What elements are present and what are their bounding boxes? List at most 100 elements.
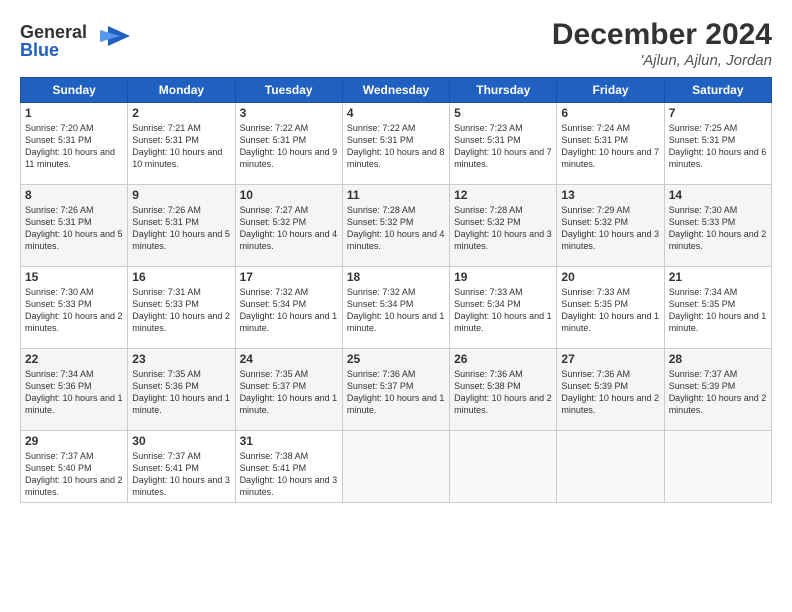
- day-info: Sunrise: 7:29 AMSunset: 5:32 PMDaylight:…: [561, 204, 659, 253]
- day-info: Sunrise: 7:22 AMSunset: 5:31 PMDaylight:…: [347, 122, 445, 171]
- day-info: Sunrise: 7:37 AMSunset: 5:39 PMDaylight:…: [669, 368, 767, 417]
- day-number: 24: [240, 352, 338, 366]
- day-info: Sunrise: 7:23 AMSunset: 5:31 PMDaylight:…: [454, 122, 552, 171]
- day-number: 16: [132, 270, 230, 284]
- table-row: 20 Sunrise: 7:33 AMSunset: 5:35 PMDaylig…: [557, 267, 664, 349]
- table-row: [450, 431, 557, 503]
- calendar-week-1: 1 Sunrise: 7:20 AMSunset: 5:31 PMDayligh…: [21, 103, 772, 185]
- day-info: Sunrise: 7:25 AMSunset: 5:31 PMDaylight:…: [669, 122, 767, 171]
- day-number: 21: [669, 270, 767, 284]
- day-info: Sunrise: 7:37 AMSunset: 5:41 PMDaylight:…: [132, 450, 230, 499]
- day-number: 12: [454, 188, 552, 202]
- day-info: Sunrise: 7:27 AMSunset: 5:32 PMDaylight:…: [240, 204, 338, 253]
- day-info: Sunrise: 7:32 AMSunset: 5:34 PMDaylight:…: [240, 286, 338, 335]
- day-number: 30: [132, 434, 230, 448]
- table-row: 6 Sunrise: 7:24 AMSunset: 5:31 PMDayligh…: [557, 103, 664, 185]
- logo-text: General Blue: [20, 18, 130, 67]
- day-number: 22: [25, 352, 123, 366]
- day-info: Sunrise: 7:31 AMSunset: 5:33 PMDaylight:…: [132, 286, 230, 335]
- table-row: 17 Sunrise: 7:32 AMSunset: 5:34 PMDaylig…: [235, 267, 342, 349]
- day-number: 13: [561, 188, 659, 202]
- day-number: 18: [347, 270, 445, 284]
- day-number: 7: [669, 106, 767, 120]
- day-number: 17: [240, 270, 338, 284]
- month-title: December 2024: [552, 18, 772, 52]
- calendar-week-2: 8 Sunrise: 7:26 AMSunset: 5:31 PMDayligh…: [21, 185, 772, 267]
- svg-text:Blue: Blue: [20, 40, 59, 60]
- day-info: Sunrise: 7:36 AMSunset: 5:39 PMDaylight:…: [561, 368, 659, 417]
- col-wednesday: Wednesday: [342, 78, 449, 103]
- calendar-week-4: 22 Sunrise: 7:34 AMSunset: 5:36 PMDaylig…: [21, 349, 772, 431]
- day-info: Sunrise: 7:34 AMSunset: 5:36 PMDaylight:…: [25, 368, 123, 417]
- header: General Blue December 2024 'Ajlun, Ajlun…: [20, 18, 772, 69]
- day-info: Sunrise: 7:24 AMSunset: 5:31 PMDaylight:…: [561, 122, 659, 171]
- day-info: Sunrise: 7:26 AMSunset: 5:31 PMDaylight:…: [132, 204, 230, 253]
- day-number: 14: [669, 188, 767, 202]
- table-row: 5 Sunrise: 7:23 AMSunset: 5:31 PMDayligh…: [450, 103, 557, 185]
- table-row: 10 Sunrise: 7:27 AMSunset: 5:32 PMDaylig…: [235, 185, 342, 267]
- day-number: 4: [347, 106, 445, 120]
- day-number: 15: [25, 270, 123, 284]
- table-row: [664, 431, 771, 503]
- calendar-header-row: Sunday Monday Tuesday Wednesday Thursday…: [21, 78, 772, 103]
- day-info: Sunrise: 7:28 AMSunset: 5:32 PMDaylight:…: [454, 204, 552, 253]
- table-row: 15 Sunrise: 7:30 AMSunset: 5:33 PMDaylig…: [21, 267, 128, 349]
- day-number: 5: [454, 106, 552, 120]
- day-number: 10: [240, 188, 338, 202]
- day-number: 29: [25, 434, 123, 448]
- day-number: 1: [25, 106, 123, 120]
- page: General Blue December 2024 'Ajlun, Ajlun…: [0, 0, 792, 612]
- day-info: Sunrise: 7:22 AMSunset: 5:31 PMDaylight:…: [240, 122, 338, 171]
- table-row: 21 Sunrise: 7:34 AMSunset: 5:35 PMDaylig…: [664, 267, 771, 349]
- day-number: 20: [561, 270, 659, 284]
- day-number: 19: [454, 270, 552, 284]
- col-monday: Monday: [128, 78, 235, 103]
- calendar-week-3: 15 Sunrise: 7:30 AMSunset: 5:33 PMDaylig…: [21, 267, 772, 349]
- table-row: 19 Sunrise: 7:33 AMSunset: 5:34 PMDaylig…: [450, 267, 557, 349]
- table-row: 11 Sunrise: 7:28 AMSunset: 5:32 PMDaylig…: [342, 185, 449, 267]
- table-row: 14 Sunrise: 7:30 AMSunset: 5:33 PMDaylig…: [664, 185, 771, 267]
- table-row: 23 Sunrise: 7:35 AMSunset: 5:36 PMDaylig…: [128, 349, 235, 431]
- day-info: Sunrise: 7:35 AMSunset: 5:37 PMDaylight:…: [240, 368, 338, 417]
- table-row: 31 Sunrise: 7:38 AMSunset: 5:41 PMDaylig…: [235, 431, 342, 503]
- table-row: [557, 431, 664, 503]
- table-row: 4 Sunrise: 7:22 AMSunset: 5:31 PMDayligh…: [342, 103, 449, 185]
- day-number: 26: [454, 352, 552, 366]
- table-row: 18 Sunrise: 7:32 AMSunset: 5:34 PMDaylig…: [342, 267, 449, 349]
- table-row: 1 Sunrise: 7:20 AMSunset: 5:31 PMDayligh…: [21, 103, 128, 185]
- col-thursday: Thursday: [450, 78, 557, 103]
- calendar: Sunday Monday Tuesday Wednesday Thursday…: [20, 77, 772, 503]
- calendar-week-5: 29 Sunrise: 7:37 AMSunset: 5:40 PMDaylig…: [21, 431, 772, 503]
- table-row: 26 Sunrise: 7:36 AMSunset: 5:38 PMDaylig…: [450, 349, 557, 431]
- table-row: 24 Sunrise: 7:35 AMSunset: 5:37 PMDaylig…: [235, 349, 342, 431]
- col-sunday: Sunday: [21, 78, 128, 103]
- table-row: 30 Sunrise: 7:37 AMSunset: 5:41 PMDaylig…: [128, 431, 235, 503]
- day-info: Sunrise: 7:35 AMSunset: 5:36 PMDaylight:…: [132, 368, 230, 417]
- day-number: 2: [132, 106, 230, 120]
- col-tuesday: Tuesday: [235, 78, 342, 103]
- table-row: 7 Sunrise: 7:25 AMSunset: 5:31 PMDayligh…: [664, 103, 771, 185]
- day-info: Sunrise: 7:32 AMSunset: 5:34 PMDaylight:…: [347, 286, 445, 335]
- table-row: 16 Sunrise: 7:31 AMSunset: 5:33 PMDaylig…: [128, 267, 235, 349]
- day-info: Sunrise: 7:20 AMSunset: 5:31 PMDaylight:…: [25, 122, 123, 171]
- day-info: Sunrise: 7:28 AMSunset: 5:32 PMDaylight:…: [347, 204, 445, 253]
- day-number: 8: [25, 188, 123, 202]
- table-row: 25 Sunrise: 7:36 AMSunset: 5:37 PMDaylig…: [342, 349, 449, 431]
- location: 'Ajlun, Ajlun, Jordan: [552, 52, 772, 69]
- table-row: 28 Sunrise: 7:37 AMSunset: 5:39 PMDaylig…: [664, 349, 771, 431]
- day-info: Sunrise: 7:36 AMSunset: 5:38 PMDaylight:…: [454, 368, 552, 417]
- col-friday: Friday: [557, 78, 664, 103]
- table-row: 2 Sunrise: 7:21 AMSunset: 5:31 PMDayligh…: [128, 103, 235, 185]
- table-row: 3 Sunrise: 7:22 AMSunset: 5:31 PMDayligh…: [235, 103, 342, 185]
- day-number: 9: [132, 188, 230, 202]
- day-number: 28: [669, 352, 767, 366]
- day-number: 31: [240, 434, 338, 448]
- day-info: Sunrise: 7:36 AMSunset: 5:37 PMDaylight:…: [347, 368, 445, 417]
- table-row: 13 Sunrise: 7:29 AMSunset: 5:32 PMDaylig…: [557, 185, 664, 267]
- day-info: Sunrise: 7:30 AMSunset: 5:33 PMDaylight:…: [669, 204, 767, 253]
- day-info: Sunrise: 7:21 AMSunset: 5:31 PMDaylight:…: [132, 122, 230, 171]
- day-info: Sunrise: 7:38 AMSunset: 5:41 PMDaylight:…: [240, 450, 338, 499]
- day-number: 25: [347, 352, 445, 366]
- title-block: December 2024 'Ajlun, Ajlun, Jordan: [552, 18, 772, 69]
- day-number: 6: [561, 106, 659, 120]
